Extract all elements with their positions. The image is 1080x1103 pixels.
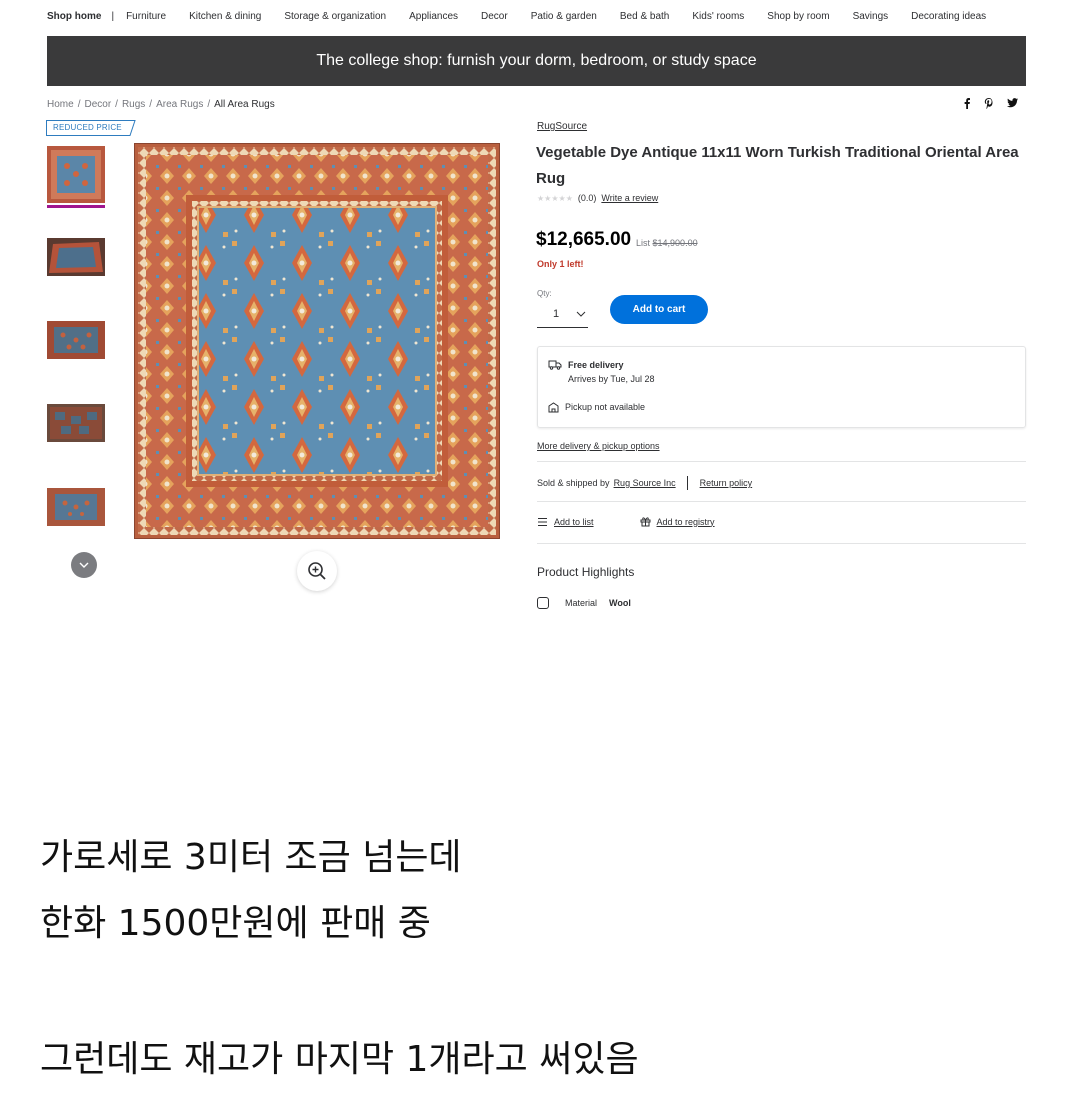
- rating-stars: ★★★★★: [537, 193, 573, 203]
- product-main-image[interactable]: [133, 142, 501, 540]
- rating-row: ★★★★★ (0.0) Write a review: [537, 193, 658, 203]
- thumbnail-4[interactable]: [47, 404, 105, 442]
- add-to-registry-label: Add to registry: [656, 516, 715, 527]
- thumbnail-3[interactable]: [47, 321, 105, 359]
- thumbnail-1[interactable]: [47, 146, 105, 203]
- zoom-in-icon: [308, 562, 326, 580]
- nav-separator: |: [111, 10, 115, 22]
- material-icon: [537, 597, 549, 609]
- breadcrumb-decor[interactable]: Decor: [84, 99, 111, 110]
- nav-item-patio-garden[interactable]: Patio & garden: [531, 11, 597, 22]
- breadcrumb-home[interactable]: Home: [47, 99, 74, 110]
- pickup-row[interactable]: Pickup not available: [548, 402, 645, 413]
- current-price: $12,665.00: [536, 229, 632, 250]
- fulfillment-box: Free delivery Arrives by Tue, Jul 28 Pic…: [537, 346, 1026, 428]
- list-actions: Add to list Add to registry: [537, 516, 715, 527]
- thumbnail-5[interactable]: [47, 488, 105, 526]
- nav-item-kitchen-dining[interactable]: Kitchen & dining: [189, 11, 261, 22]
- thumbnail-2[interactable]: [47, 238, 105, 276]
- facebook-icon[interactable]: [963, 98, 971, 112]
- qty-label: Qty:: [537, 289, 552, 298]
- thumbnails-scroll-down-button[interactable]: [71, 552, 97, 578]
- nav-item-decorating-ideas[interactable]: Decorating ideas: [911, 11, 986, 22]
- product-highlights-title: Product Highlights: [537, 565, 635, 579]
- pinterest-icon[interactable]: [984, 98, 994, 112]
- quantity-value: 1: [553, 307, 560, 320]
- caption-line-3: 그런데도 재고가 마지막 1개라고 써있음: [40, 1039, 639, 1080]
- nav-item-kids-rooms[interactable]: Kids' rooms: [692, 11, 744, 22]
- add-to-list-button[interactable]: Add to list: [537, 517, 594, 527]
- divider: [537, 543, 1026, 544]
- nav-item-furniture[interactable]: Furniture: [126, 11, 166, 22]
- store-icon: [548, 402, 559, 413]
- stock-note: Only 1 left!: [537, 259, 584, 269]
- thumbnail-active-indicator: [47, 205, 105, 208]
- add-to-cart-button[interactable]: Add to cart: [610, 295, 708, 324]
- seller-divider: [686, 476, 688, 490]
- list-price-value: $14,900.00: [652, 238, 698, 248]
- divider: [537, 501, 1026, 502]
- brand-link[interactable]: RugSource: [537, 121, 587, 132]
- list-price: List $14,900.00: [636, 238, 698, 248]
- nav-item-shop-by-room[interactable]: Shop by room: [767, 11, 829, 22]
- nav-item-decor[interactable]: Decor: [481, 11, 508, 22]
- pickup-status: Pickup not available: [565, 402, 646, 412]
- truck-icon: [548, 360, 562, 370]
- caption-line-1: 가로세로 3미터 조금 넘는데: [40, 837, 462, 878]
- add-to-list-label: Add to list: [554, 516, 594, 527]
- seller-row: Sold & shipped by Rug Source Inc Return …: [537, 476, 752, 490]
- seller-link[interactable]: Rug Source Inc: [614, 478, 676, 488]
- breadcrumb-rugs[interactable]: Rugs: [122, 99, 145, 110]
- free-delivery-label: Free delivery: [568, 360, 624, 370]
- promo-banner[interactable]: The college shop: furnish your dorm, bed…: [47, 36, 1026, 86]
- twitter-icon[interactable]: [1007, 98, 1018, 112]
- chevron-down-icon: [576, 311, 586, 317]
- top-nav: Shop home | Furniture Kitchen & dining S…: [47, 0, 1009, 32]
- nav-item-bed-bath[interactable]: Bed & bath: [620, 11, 669, 22]
- list-price-label: List: [636, 238, 651, 248]
- reduced-price-badge-wrap: REDUCED PRICE: [46, 120, 136, 136]
- reduced-price-badge: REDUCED PRICE: [53, 123, 122, 132]
- gift-icon: [640, 517, 651, 527]
- quantity-select[interactable]: 1: [537, 300, 588, 328]
- caption-line-2: 한화 1500만원에 판매 중: [40, 903, 431, 944]
- chevron-down-icon: [79, 562, 89, 568]
- nav-item-savings[interactable]: Savings: [853, 11, 889, 22]
- return-policy-link[interactable]: Return policy: [700, 478, 753, 488]
- nav-shop-home[interactable]: Shop home: [47, 11, 101, 22]
- sold-by-label: Sold & shipped by: [537, 478, 610, 488]
- breadcrumb-all-area-rugs[interactable]: All Area Rugs: [214, 99, 275, 110]
- list-icon: [538, 517, 547, 526]
- arrival-date: Arrives by Tue, Jul 28: [568, 374, 655, 384]
- promo-banner-text: The college shop: furnish your dorm, bed…: [316, 52, 757, 69]
- breadcrumb-area-rugs[interactable]: Area Rugs: [156, 99, 203, 110]
- nav-item-storage[interactable]: Storage & organization: [284, 11, 386, 22]
- delivery-row[interactable]: Free delivery Arrives by Tue, Jul 28: [548, 360, 655, 384]
- add-to-registry-button[interactable]: Add to registry: [640, 516, 715, 527]
- breadcrumb: Home / Decor / Rugs / Area Rugs / All Area R…: [47, 99, 275, 110]
- zoom-button[interactable]: [297, 551, 337, 591]
- highlight-material: Material Wool: [537, 597, 631, 609]
- divider: [537, 461, 1026, 462]
- rating-value: (0.0): [577, 193, 597, 203]
- product-title: Vegetable Dye Antique 11x11 Worn Turkish…: [536, 144, 1019, 187]
- more-delivery-options-link[interactable]: More delivery & pickup options: [537, 441, 660, 451]
- material-value: Wool: [609, 598, 631, 608]
- share-icons: [963, 98, 1018, 112]
- nav-item-appliances[interactable]: Appliances: [409, 11, 458, 22]
- material-label: Material: [565, 598, 598, 608]
- write-review-link[interactable]: Write a review: [601, 193, 658, 203]
